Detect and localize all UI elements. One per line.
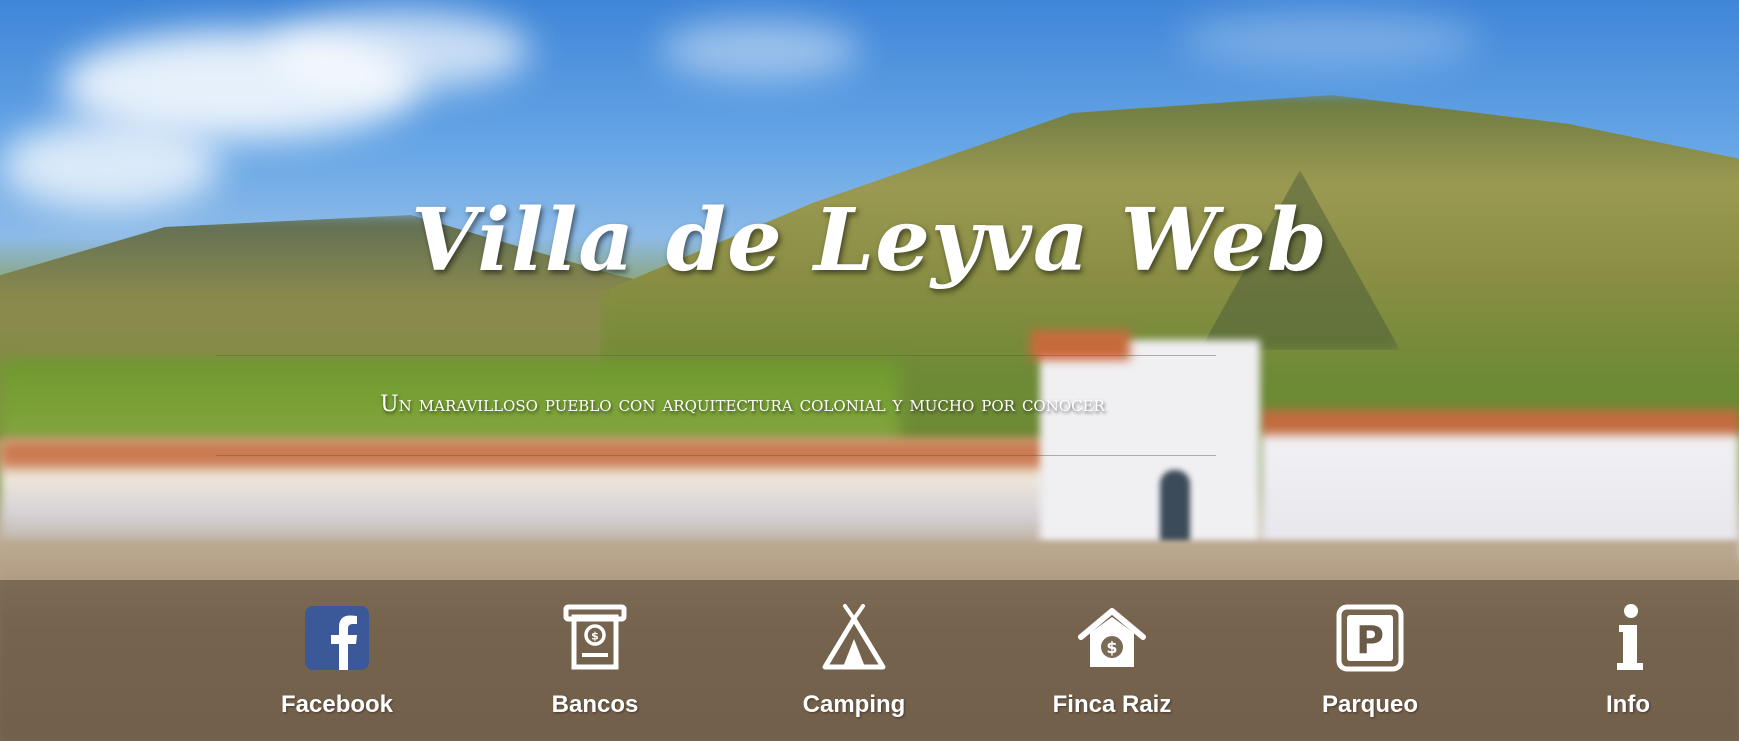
atm-icon: $ — [563, 604, 627, 670]
house-dollar-icon: $ — [1078, 608, 1146, 667]
parking-icon: P — [1336, 604, 1404, 672]
title-divider-bottom — [216, 455, 1216, 456]
site-title: Villa de Leyva Web — [411, 190, 1328, 291]
nav-camping-label: Camping — [802, 691, 906, 718]
nav-finca-raiz-link[interactable]: $ Finca Raiz — [1012, 603, 1212, 723]
nav-facebook-label: Facebook — [280, 691, 394, 718]
nav-bancos-label: Bancos — [551, 691, 639, 718]
nav-parqueo-link[interactable]: P Parqueo — [1270, 603, 1470, 723]
facebook-icon — [305, 606, 369, 670]
info-icon — [1617, 604, 1643, 670]
nav-finca-raiz-label: Finca Raiz — [1052, 691, 1172, 718]
nav-bancos-link[interactable]: $ Bancos — [495, 603, 695, 723]
nav-info-label: Info — [1606, 691, 1650, 718]
site-subtitle: Un maravilloso pueblo con arquitectura c… — [380, 392, 1105, 417]
nav-info-link[interactable]: Info — [1528, 603, 1728, 723]
nav-parqueo-label: Parqueo — [1321, 691, 1419, 718]
title-divider-top — [216, 355, 1216, 356]
nav-camping-link[interactable]: Camping — [754, 603, 954, 723]
svg-text:P: P — [1356, 618, 1384, 662]
svg-text:$: $ — [1106, 638, 1117, 657]
tent-icon — [822, 604, 886, 670]
svg-text:$: $ — [591, 630, 599, 643]
nav-facebook-link[interactable]: Facebook — [237, 603, 437, 723]
